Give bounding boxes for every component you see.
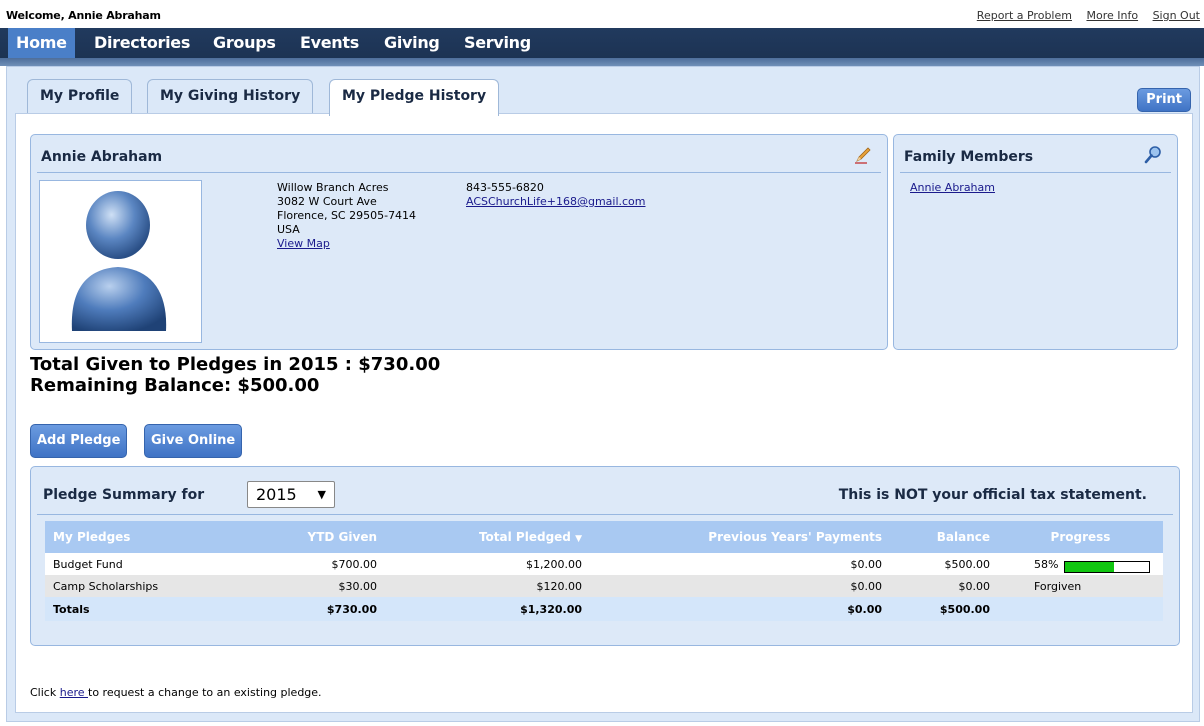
address-block: Willow Branch Acres 3082 W Court Ave Flo…	[277, 181, 416, 251]
balance-cell: $0.00	[890, 575, 998, 597]
sign-out-link[interactable]: Sign Out	[1153, 9, 1200, 22]
welcome-text: Welcome, Annie Abraham	[6, 9, 161, 22]
previous-years-cell: $0.00	[590, 575, 890, 597]
family-divider	[900, 172, 1171, 173]
pledge-name: Budget Fund	[45, 553, 245, 575]
nav-serving[interactable]: Serving	[456, 28, 539, 58]
avatar	[39, 180, 202, 343]
profile-divider	[37, 172, 881, 173]
nav-shade	[0, 58, 1204, 66]
remaining-balance-text: Remaining Balance: $500.00	[30, 375, 320, 396]
footnote-text: to request a change to an existing pledg…	[88, 686, 322, 699]
view-map-link[interactable]: View Map	[277, 237, 330, 250]
total-pledged-total: $1,320.00	[385, 597, 590, 621]
top-links: Report a Problem More Info Sign Out	[966, 9, 1200, 22]
progress-cell: 58%	[998, 553, 1163, 575]
more-info-link[interactable]: More Info	[1086, 9, 1138, 22]
top-bar: Welcome, Annie Abraham Report a Problem …	[0, 0, 1204, 28]
chevron-down-icon: ▼	[317, 488, 326, 501]
progress-bar	[1064, 560, 1151, 573]
nav-home[interactable]: Home	[8, 28, 75, 58]
previous-years-cell: $0.00	[590, 553, 890, 575]
nav-groups[interactable]: Groups	[205, 28, 284, 58]
address-line: 3082 W Court Ave	[277, 195, 377, 208]
balance-total: $500.00	[890, 597, 998, 621]
pledge-name: Camp Scholarships	[45, 575, 245, 597]
tax-notice: This is NOT your official tax statement.	[838, 487, 1147, 503]
footnote-text: Click	[30, 686, 60, 699]
table-header-row: My Pledges YTD Given Total Pledged ▼ Pre…	[45, 521, 1163, 553]
address-line: Florence, SC 29505-7414	[277, 209, 417, 222]
family-member-link[interactable]: Annie Abraham	[910, 181, 995, 194]
year-value: 2015	[256, 485, 297, 504]
tab-my-giving-history[interactable]: My Giving History	[147, 79, 314, 114]
email-link[interactable]: ACSChurchLife+168@gmail.com	[466, 195, 646, 208]
contact-block: 843-555-6820 ACSChurchLife+168@gmail.com	[466, 181, 646, 209]
family-members-title: Family Members	[904, 149, 1034, 165]
pledge-summary-title: Pledge Summary for	[43, 487, 205, 503]
footnote: Click here to request a change to an exi…	[30, 686, 322, 699]
col-total-pledged-label: Total Pledged	[478, 530, 571, 544]
total-given-text: Total Given to Pledges in 2015 : $730.00	[30, 354, 441, 375]
address-line: Willow Branch Acres	[277, 181, 389, 194]
add-pledge-button[interactable]: Add Pledge	[30, 424, 128, 458]
pledge-totals: Total Given to Pledges in 2015 : $730.00…	[30, 354, 440, 396]
col-my-pledges[interactable]: My Pledges	[45, 521, 245, 553]
magnifier-icon[interactable]	[1143, 145, 1163, 165]
table-row: Camp Scholarships $30.00 $120.00 $0.00 $…	[45, 575, 1163, 597]
tab-my-profile[interactable]: My Profile	[27, 79, 133, 114]
col-progress[interactable]: Progress	[998, 521, 1163, 553]
ytd-given-cell: $30.00	[245, 575, 385, 597]
nav-directories[interactable]: Directories	[86, 28, 198, 58]
totals-label: Totals	[45, 597, 245, 621]
total-pledged-cell: $120.00	[385, 575, 590, 597]
nav-events[interactable]: Events	[292, 28, 367, 58]
progress-bar-fill	[1065, 561, 1115, 572]
nav-giving[interactable]: Giving	[376, 28, 448, 58]
profile-name: Annie Abraham	[41, 149, 163, 165]
ytd-given-cell: $700.00	[245, 553, 385, 575]
col-previous-years[interactable]: Previous Years' Payments	[590, 521, 890, 553]
pledge-summary-card: Pledge Summary for 2015 ▼ This is NOT yo…	[30, 466, 1180, 646]
tab-my-pledge-history[interactable]: My Pledge History	[329, 79, 500, 116]
print-button[interactable]: Print	[1137, 88, 1191, 112]
year-select[interactable]: 2015 ▼	[247, 481, 335, 508]
report-problem-link[interactable]: Report a Problem	[977, 9, 1072, 22]
ytd-given-total: $730.00	[245, 597, 385, 621]
progress-total	[998, 597, 1163, 621]
family-members-card: Family Members Annie Abraham	[893, 134, 1178, 350]
phone-number: 843-555-6820	[466, 181, 544, 194]
previous-years-total: $0.00	[590, 597, 890, 621]
pledge-table: My Pledges YTD Given Total Pledged ▼ Pre…	[45, 521, 1163, 621]
progress-percent: 58%	[1034, 557, 1059, 571]
give-online-button[interactable]: Give Online	[144, 424, 243, 458]
progress-cell: Forgiven	[998, 575, 1163, 597]
pencil-icon[interactable]	[853, 145, 873, 165]
col-total-pledged[interactable]: Total Pledged ▼	[385, 521, 590, 553]
balance-cell: $500.00	[890, 553, 998, 575]
col-balance[interactable]: Balance	[890, 521, 998, 553]
total-pledged-cell: $1,200.00	[385, 553, 590, 575]
main-nav: Home Directories Groups Events Giving Se…	[0, 28, 1204, 66]
col-ytd-given[interactable]: YTD Given	[245, 521, 385, 553]
address-line: USA	[277, 223, 300, 236]
summary-divider	[37, 514, 1173, 515]
table-row: Budget Fund $700.00 $1,200.00 $0.00 $500…	[45, 553, 1163, 575]
totals-row: Totals $730.00 $1,320.00 $0.00 $500.00	[45, 597, 1163, 621]
profile-card: Annie Abraham Willow Branch Acres 3082 W…	[30, 134, 888, 350]
here-link[interactable]: here	[60, 686, 88, 699]
sort-down-icon: ▼	[575, 534, 582, 544]
